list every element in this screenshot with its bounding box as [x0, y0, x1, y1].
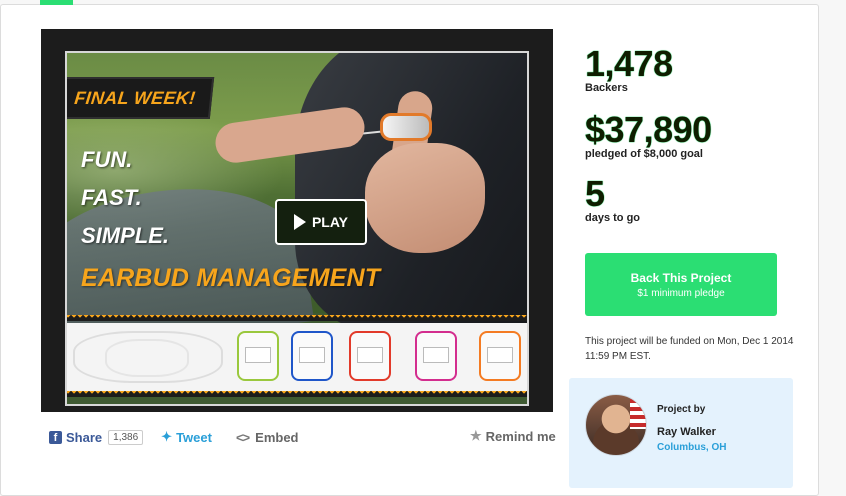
play-label: PLAY	[311, 214, 349, 230]
backers-stat: 1,478 Backers	[585, 43, 673, 95]
share-row: f Share 1,386 ✦ Tweet <> Embed	[49, 428, 299, 446]
earbud-cable-image	[73, 331, 223, 383]
product-image	[349, 331, 391, 381]
days-left-stat: 5 days to go	[585, 173, 641, 225]
product-image	[291, 331, 333, 381]
code-brackets-icon: <>	[235, 429, 250, 445]
video-photo-earbud-wrap	[380, 113, 432, 141]
final-week-badge: FINAL WEEK!	[65, 77, 215, 119]
project-video[interactable]: FINAL WEEK! FUN. FAST. SIMPLE. EARBUD MA…	[41, 29, 553, 412]
pledged-amount: $37,890	[585, 109, 712, 150]
video-photo-hand	[365, 143, 485, 253]
facebook-share-count: 1,386	[108, 429, 144, 445]
facebook-share-label: Share	[66, 429, 103, 445]
back-this-project-button[interactable]: Back This Project $1 minimum pledge	[585, 253, 777, 316]
creator-location[interactable]: Columbus, OH	[657, 442, 726, 453]
final-week-text: FINAL WEEK!	[73, 87, 197, 108]
creator-heading: Project by	[657, 404, 706, 415]
play-icon	[293, 214, 306, 230]
video-poster: FINAL WEEK! FUN. FAST. SIMPLE. EARBUD MA…	[65, 51, 529, 406]
days-left-count: 5	[585, 173, 605, 214]
days-left-label: days to go	[585, 212, 641, 224]
facebook-share-button[interactable]: f Share 1,386	[49, 429, 144, 445]
product-image	[479, 331, 521, 381]
embed-label: Embed	[255, 429, 299, 445]
zigzag-border-bottom	[65, 391, 529, 397]
back-button-label: Back This Project	[630, 271, 732, 285]
product-strip	[65, 323, 529, 391]
slogan-line: FAST.	[81, 185, 142, 210]
video-headline: EARBUD MANAGEMENT	[81, 264, 381, 292]
remind-me-label: Remind me	[485, 428, 556, 444]
backers-count: 1,478	[585, 43, 673, 84]
product-image	[237, 331, 279, 381]
back-button-sublabel: $1 minimum pledge	[637, 288, 725, 299]
slogan-line: FUN.	[81, 147, 133, 172]
pledged-label: pledged of $8,000 goal	[585, 148, 703, 160]
creator-name[interactable]: Ray Walker	[657, 426, 716, 438]
zigzag-border-top	[65, 315, 529, 321]
funding-deadline-note: This project will be funded on Mon, Dec …	[585, 336, 794, 362]
creator-card: Project by Ray Walker Columbus, OH	[569, 378, 793, 488]
active-tab-indicator	[40, 0, 73, 5]
tweet-label: Tweet	[176, 429, 212, 445]
slogan-line: SIMPLE.	[81, 223, 170, 248]
product-image	[415, 331, 457, 381]
facebook-icon: f	[49, 430, 62, 444]
tweet-button[interactable]: ✦ Tweet	[161, 429, 212, 445]
pledged-stat: $37,890 pledged of $8,000 goal	[585, 109, 712, 161]
creator-avatar[interactable]	[585, 394, 647, 456]
play-button[interactable]: PLAY	[275, 199, 367, 245]
star-icon: ★	[470, 428, 482, 443]
embed-button[interactable]: <> Embed	[236, 430, 299, 445]
twitter-bird-icon: ✦	[161, 429, 173, 444]
remind-me-button[interactable]: ★ Remind me	[470, 428, 556, 444]
